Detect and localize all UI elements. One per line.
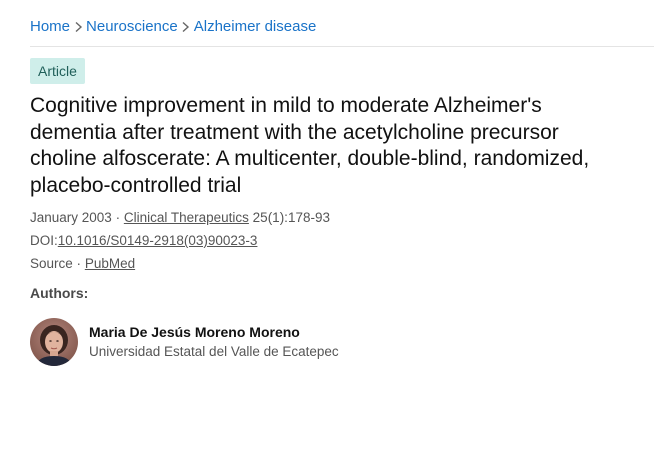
source-line: Source · PubMed (30, 255, 135, 273)
volume-pages: 25(1):178-93 (252, 210, 330, 225)
breadcrumb: Home Neuroscience Alzheimer disease (30, 18, 316, 36)
meta-separator: · (76, 256, 82, 271)
authors-heading: Authors: (30, 285, 89, 301)
author-text: Maria De Jesús Moreno Moreno Universidad… (89, 323, 339, 361)
author-card[interactable]: Maria De Jesús Moreno Moreno Universidad… (30, 318, 339, 366)
author-affiliation: Universidad Estatal del Valle de Ecatepe… (89, 344, 339, 359)
avatar[interactable] (30, 318, 78, 366)
journal-link[interactable]: Clinical Therapeutics (124, 210, 249, 225)
source-link[interactable]: PubMed (85, 256, 135, 271)
chevron-right-icon (71, 18, 85, 36)
breadcrumb-alzheimer-link[interactable]: Alzheimer disease (194, 18, 317, 36)
publication-date: January 2003 (30, 210, 112, 225)
breadcrumb-neuroscience-link[interactable]: Neuroscience (86, 18, 178, 36)
author-name[interactable]: Maria De Jesús Moreno Moreno (89, 323, 339, 341)
breadcrumb-home-link[interactable]: Home (30, 18, 70, 36)
chevron-right-icon (179, 18, 193, 36)
doi-line: DOI:10.1016/S0149-2918(03)90023-3 (30, 232, 257, 250)
meta-separator: · (115, 210, 121, 225)
article-title: Cognitive improvement in mild to moderat… (30, 94, 590, 197)
publication-info: January 2003 · Clinical Therapeutics 25(… (30, 209, 330, 227)
article-type-badge: Article (30, 58, 85, 84)
doi-label: DOI: (30, 233, 58, 248)
source-label: Source (30, 256, 73, 271)
header-divider (30, 46, 654, 47)
author-photo-icon (30, 318, 78, 366)
doi-link[interactable]: 10.1016/S0149-2918(03)90023-3 (58, 233, 258, 248)
